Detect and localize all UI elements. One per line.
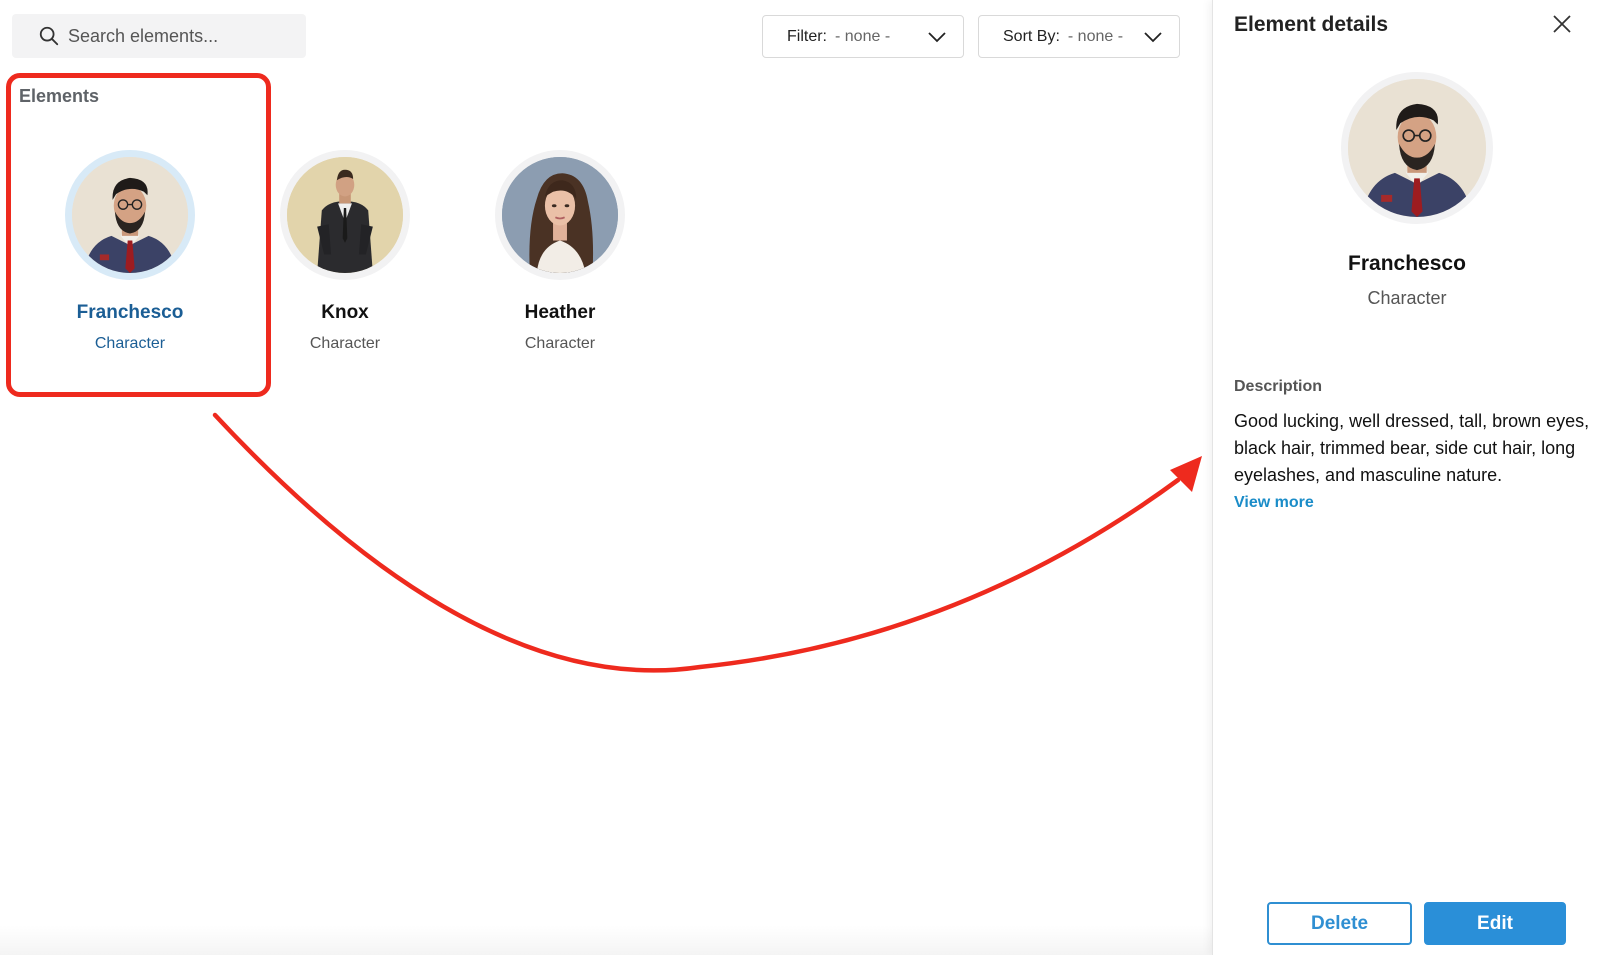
avatar (495, 150, 625, 280)
details-avatar (1341, 72, 1493, 224)
edit-button[interactable]: Edit (1424, 902, 1566, 945)
view-more-link[interactable]: View more (1234, 494, 1314, 512)
description-text: Good lucking, well dressed, tall, brown … (1234, 411, 1590, 485)
chevron-down-icon (928, 32, 946, 43)
search-input[interactable] (68, 25, 288, 47)
search-bar[interactable] (12, 14, 306, 58)
element-name: Knox (321, 302, 369, 323)
selection-highlight-box (6, 73, 271, 397)
chevron-down-icon (1144, 32, 1162, 43)
element-details-panel: Element details Franchesco Character Des… (1212, 0, 1600, 955)
panel-title: Element details (1234, 13, 1389, 36)
element-card-heather[interactable]: Heather Character (495, 150, 625, 353)
delete-button[interactable]: Delete (1267, 902, 1412, 945)
sort-value: - none - (1067, 27, 1124, 45)
element-type: Character (309, 335, 381, 352)
element-type: Character (524, 335, 596, 352)
avatar (280, 150, 410, 280)
search-icon (39, 26, 59, 46)
element-name: Heather (524, 302, 596, 323)
filter-value: - none - (835, 27, 891, 45)
details-type: Character (1367, 288, 1447, 308)
element-card-knox[interactable]: Knox Character (280, 150, 410, 353)
sort-label: Sort By: (1003, 27, 1060, 45)
elements-main-area: Filter: - none - Sort By: - none - Eleme… (0, 0, 1212, 955)
filter-label: Filter: (787, 27, 827, 45)
sort-dropdown[interactable]: Sort By: - none - (978, 15, 1180, 58)
description-label: Description (1234, 378, 1323, 395)
close-icon[interactable] (1550, 12, 1574, 36)
filter-dropdown[interactable]: Filter: - none - (762, 15, 964, 58)
details-name: Franchesco (1348, 252, 1466, 275)
